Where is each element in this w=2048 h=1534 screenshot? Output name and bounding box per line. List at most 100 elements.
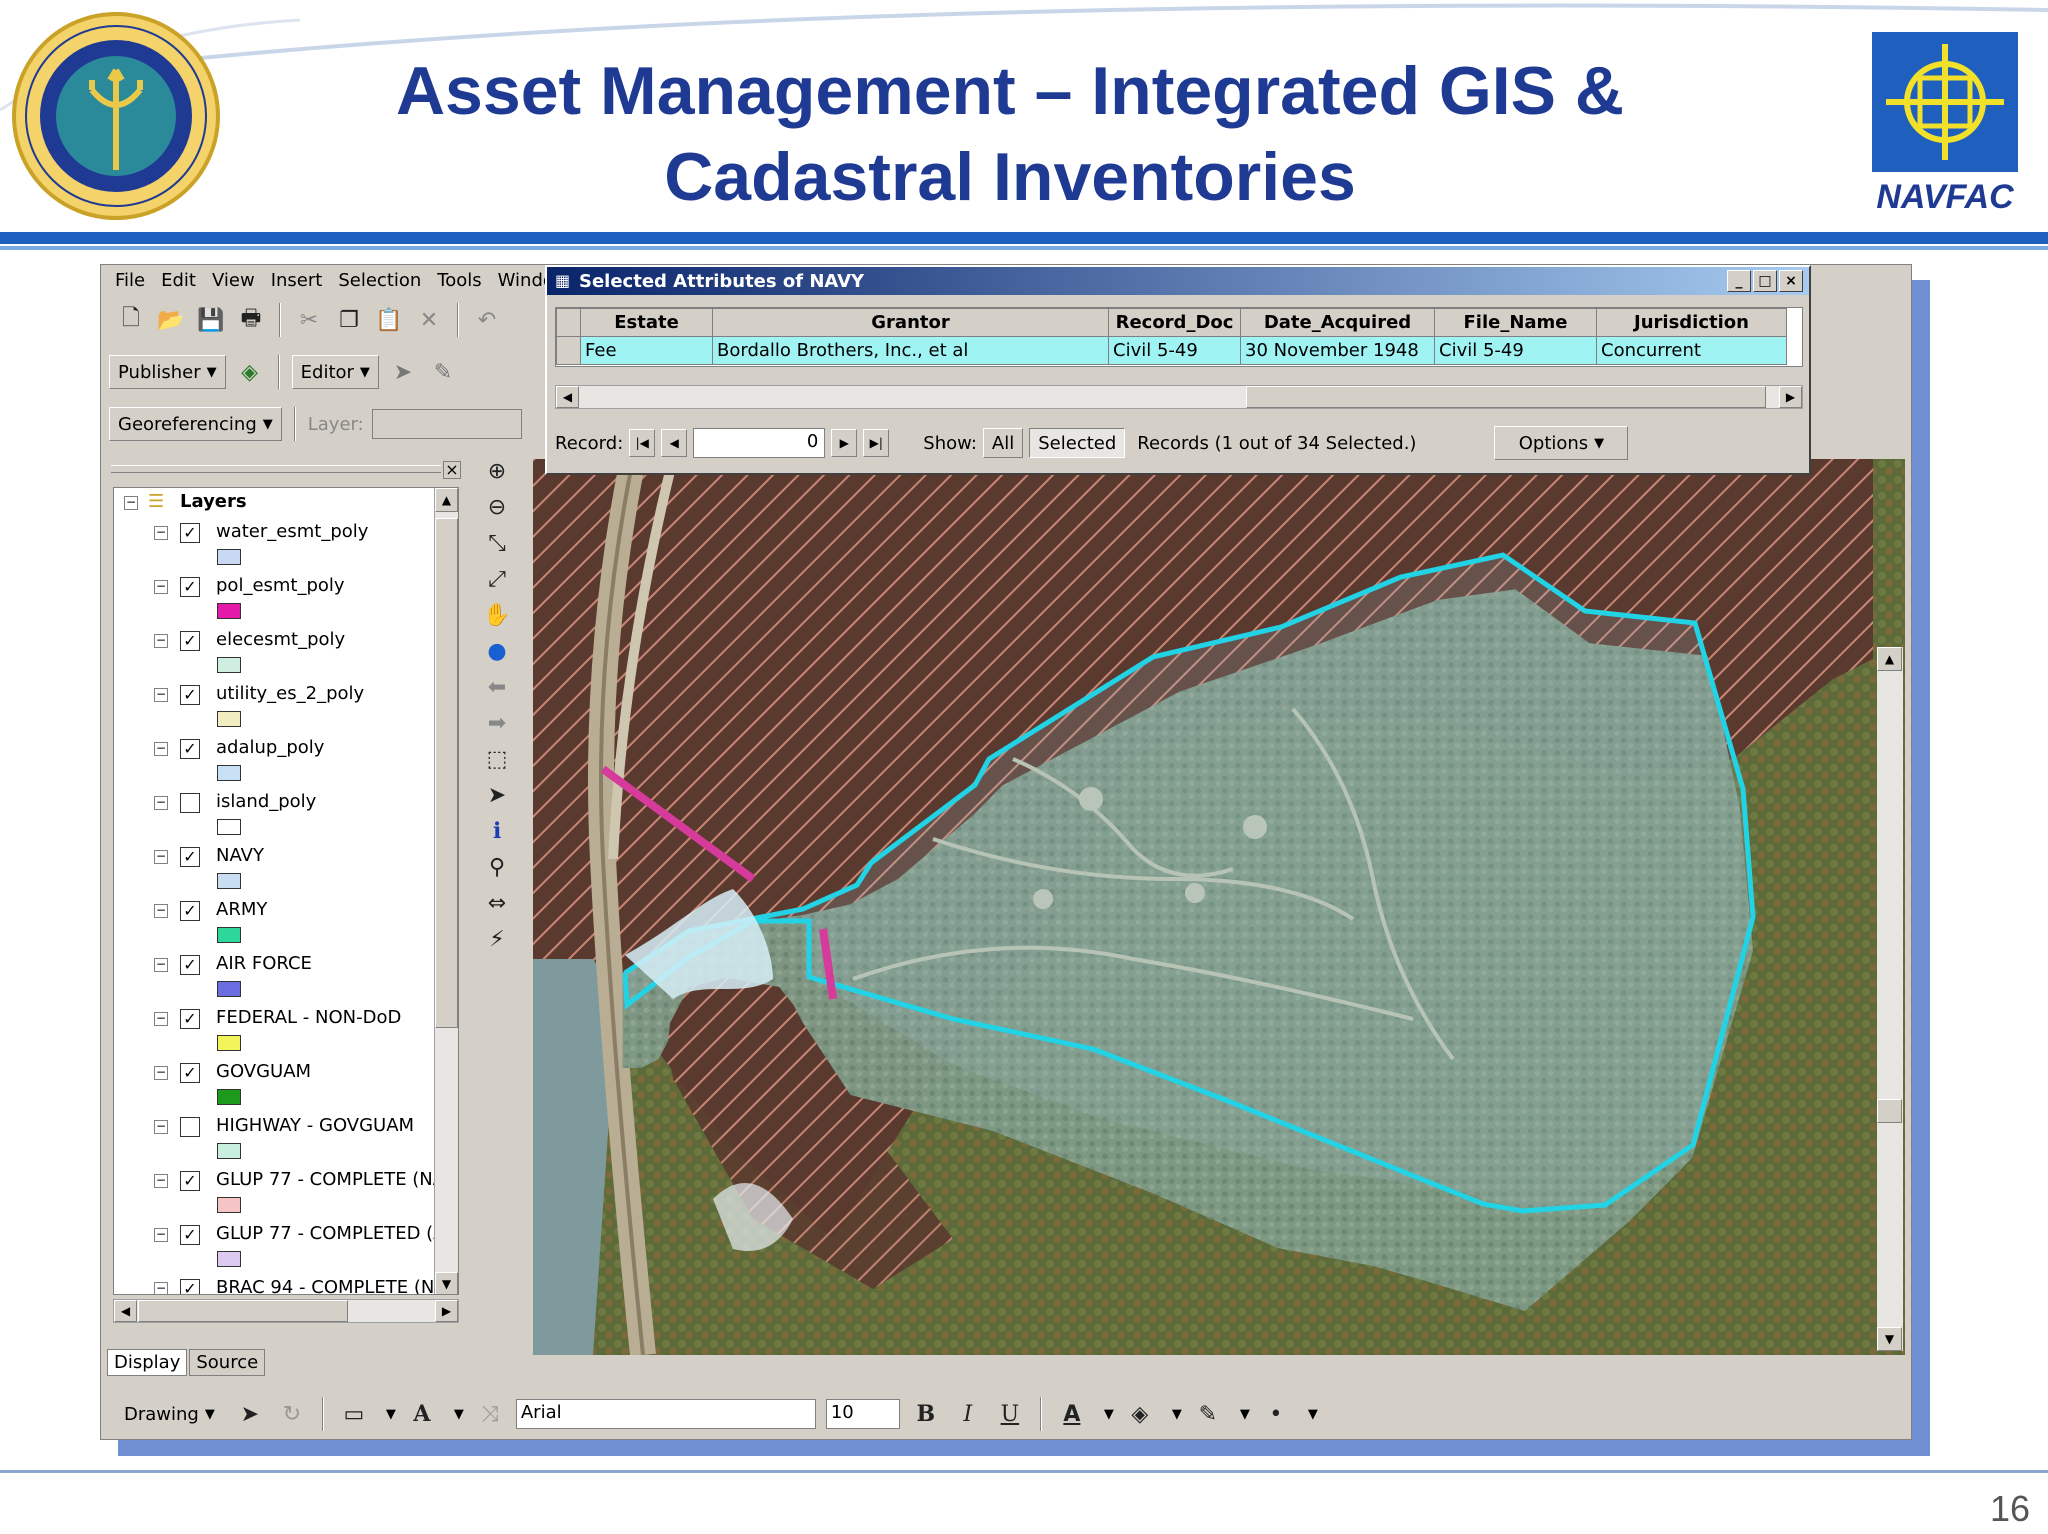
layer-visibility-checkbox[interactable]	[180, 793, 200, 813]
layer-symbol-swatch[interactable]	[217, 711, 241, 727]
back-arrow-icon[interactable]: ⬅	[481, 671, 513, 703]
underline-button[interactable]: U	[994, 1398, 1026, 1430]
layer-item[interactable]: − ✓ BRAC 94 - COMPLETE (NA	[114, 1274, 434, 1294]
layer-visibility-checkbox[interactable]: ✓	[180, 901, 200, 921]
select-features-icon[interactable]: ⬚	[481, 743, 513, 775]
table-cell[interactable]: Concurrent	[1596, 336, 1787, 365]
layer-visibility-checkbox[interactable]: ✓	[180, 739, 200, 759]
layer-symbol-swatch[interactable]	[217, 873, 241, 889]
drawing-dropdown[interactable]: Drawing ▼	[115, 1397, 224, 1431]
layer-item[interactable]: − ✓ GOVGUAM	[114, 1058, 434, 1112]
column-header[interactable]: Jurisdiction	[1596, 308, 1787, 337]
chevron-down-icon[interactable]: ▼	[1308, 1407, 1318, 1422]
collapse-icon[interactable]: −	[154, 580, 168, 594]
publish-map-icon[interactable]: ◈	[234, 356, 266, 388]
layer-visibility-checkbox[interactable]: ✓	[180, 1171, 200, 1191]
layer-symbol-swatch[interactable]	[217, 1143, 241, 1159]
layer-visibility-checkbox[interactable]: ✓	[180, 1009, 200, 1029]
table-cell[interactable]: Fee	[580, 336, 713, 365]
layer-symbol-swatch[interactable]	[217, 981, 241, 997]
layer-item[interactable]: − ✓ water_esmt_poly	[114, 518, 434, 572]
record-number-input[interactable]: 0	[693, 428, 826, 458]
layer-visibility-checkbox[interactable]: ✓	[180, 1225, 200, 1245]
table-row[interactable]: Fee Bordallo Brothers, Inc., et al Civil…	[556, 336, 1787, 365]
zoom-out-icon[interactable]: ⊖	[481, 491, 513, 523]
font-name-select[interactable]: Arial	[515, 1399, 816, 1429]
scroll-right-icon[interactable]: ▶	[1779, 386, 1802, 408]
rotate-icon[interactable]: ↻	[276, 1398, 308, 1430]
layer-item[interactable]: − ✓ FEDERAL - NON-DoD	[114, 1004, 434, 1058]
toc-grip[interactable]	[111, 465, 441, 473]
layer-symbol-swatch[interactable]	[217, 549, 241, 565]
collapse-icon[interactable]: −	[154, 796, 168, 810]
table-cell[interactable]: Civil 5-49	[1434, 336, 1597, 365]
layer-visibility-checkbox[interactable]: ✓	[180, 631, 200, 651]
collapse-icon[interactable]: −	[154, 1228, 168, 1242]
bold-button[interactable]: B	[910, 1398, 942, 1430]
scroll-right-icon[interactable]: ▶	[435, 1300, 458, 1322]
layer-item[interactable]: − ✓ elecesmt_poly	[114, 626, 434, 680]
collapse-icon[interactable]: −	[154, 850, 168, 864]
layer-symbol-swatch[interactable]	[217, 927, 241, 943]
layer-item[interactable]: − island_poly	[114, 788, 434, 842]
identify-icon[interactable]: ℹ	[481, 815, 513, 847]
layer-visibility-checkbox[interactable]: ✓	[180, 955, 200, 975]
layer-symbol-swatch[interactable]	[217, 657, 241, 673]
zoom-in-icon[interactable]: ⊕	[481, 455, 513, 487]
chevron-down-icon[interactable]: ▼	[1104, 1407, 1114, 1422]
menu-file[interactable]: File	[115, 270, 145, 291]
fixed-zoom-out-icon[interactable]: ⤢	[481, 563, 513, 595]
select-elements-icon[interactable]: ➤	[481, 779, 513, 811]
layer-symbol-swatch[interactable]	[217, 1251, 241, 1267]
row-selector[interactable]	[556, 336, 581, 365]
layer-symbol-swatch[interactable]	[217, 819, 241, 835]
layer-visibility-checkbox[interactable]: ✓	[180, 1063, 200, 1083]
layer-item[interactable]: − HIGHWAY - GOVGUAM	[114, 1112, 434, 1166]
layer-visibility-checkbox[interactable]	[180, 1117, 200, 1137]
copy-icon[interactable]: ❐	[333, 304, 365, 336]
chevron-down-icon[interactable]: ▼	[1240, 1407, 1250, 1422]
scroll-thumb[interactable]	[435, 518, 458, 1028]
menu-view[interactable]: View	[212, 270, 255, 291]
scroll-up-icon[interactable]: ▲	[435, 488, 458, 512]
scroll-down-icon[interactable]: ▼	[1877, 1327, 1902, 1351]
layer-item[interactable]: − ✓ NAVY	[114, 842, 434, 896]
chevron-down-icon[interactable]: ▼	[386, 1407, 396, 1422]
fixed-zoom-in-icon[interactable]: ⤡	[481, 527, 513, 559]
edit-tool-icon[interactable]: ➤	[387, 356, 419, 388]
pan-hand-icon[interactable]: ✋	[481, 599, 513, 631]
delete-icon[interactable]: ✕	[413, 304, 445, 336]
table-cell[interactable]: 30 November 1948	[1240, 336, 1435, 365]
marker-color-icon[interactable]: •	[1260, 1398, 1292, 1430]
layer-visibility-checkbox[interactable]: ✓	[180, 1279, 200, 1294]
last-record-icon[interactable]: ▶|	[863, 429, 890, 457]
scroll-thumb[interactable]	[1246, 386, 1766, 408]
column-header[interactable]: Grantor	[712, 308, 1109, 337]
show-all-button[interactable]: All	[982, 428, 1024, 458]
scroll-thumb[interactable]	[138, 1300, 348, 1322]
line-color-icon[interactable]: ✎	[1192, 1398, 1224, 1430]
collapse-icon[interactable]: −	[154, 742, 168, 756]
column-header[interactable]: Estate	[580, 308, 713, 337]
print-icon[interactable]: 🖶	[235, 304, 267, 336]
paste-icon[interactable]: 📋	[373, 304, 405, 336]
tab-display[interactable]: Display	[107, 1349, 188, 1376]
layer-visibility-checkbox[interactable]: ✓	[180, 847, 200, 867]
layer-symbol-swatch[interactable]	[217, 1197, 241, 1213]
fill-color-icon[interactable]: ◈	[1124, 1398, 1156, 1430]
layer-select[interactable]	[371, 409, 522, 439]
font-color-icon[interactable]: A	[1056, 1398, 1088, 1430]
maximize-icon[interactable]: □	[1753, 270, 1777, 292]
layer-symbol-swatch[interactable]	[217, 765, 241, 781]
layer-symbol-swatch[interactable]	[217, 603, 241, 619]
collapse-icon[interactable]: −	[154, 688, 168, 702]
collapse-icon[interactable]: −	[154, 634, 168, 648]
georeferencing-dropdown[interactable]: Georeferencing ▼	[109, 407, 282, 441]
previous-record-icon[interactable]: ◀	[661, 429, 688, 457]
collapse-icon[interactable]: −	[154, 526, 168, 540]
layer-symbol-swatch[interactable]	[217, 1035, 241, 1051]
scroll-up-icon[interactable]: ▲	[1877, 647, 1902, 671]
layers-root[interactable]: − ☰ Layers	[114, 488, 434, 518]
attributes-title-bar[interactable]: ▦ Selected Attributes of NAVY _ □ ×	[547, 267, 1809, 295]
font-size-select[interactable]: 10	[825, 1399, 900, 1429]
